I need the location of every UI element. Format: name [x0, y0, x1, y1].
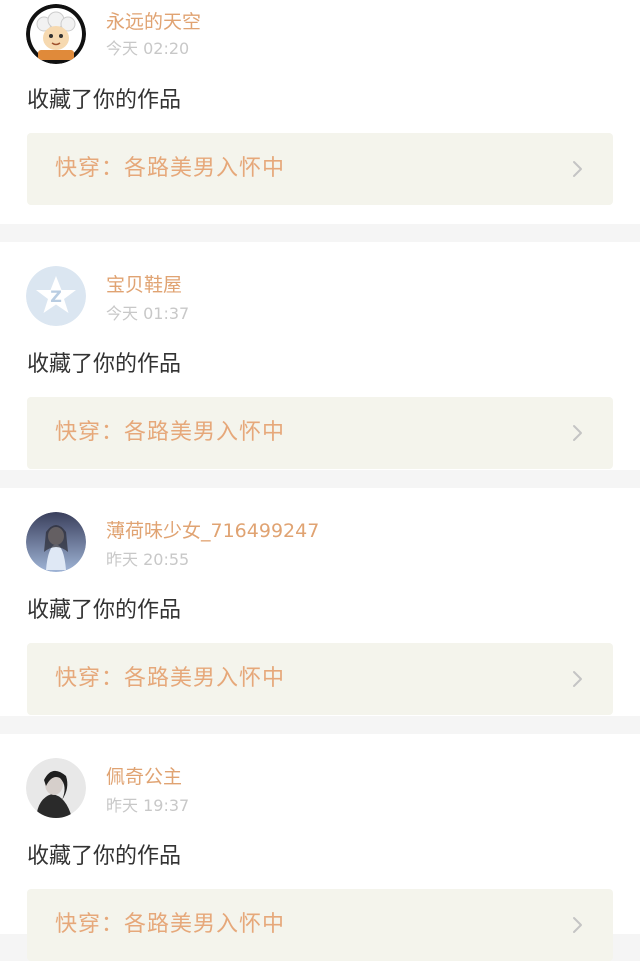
chevron-right-icon	[567, 915, 587, 935]
timestamp: 今天 02:20	[106, 39, 190, 58]
notification-card: Z 宝贝鞋屋 今天 01:37 收藏了你的作品 快穿：各路美男入怀中	[0, 242, 640, 470]
notification-card: 薄荷味少女_716499247 昨天 20:55 收藏了你的作品 快穿：各路美男…	[0, 488, 640, 716]
notification-card: 永远的天空 今天 02:20 收藏了你的作品 快穿：各路美男入怀中	[0, 0, 640, 224]
user-avatar[interactable]	[26, 758, 86, 818]
cartoon-sheep-avatar-icon	[26, 4, 86, 64]
work-link[interactable]: 快穿：各路美男入怀中	[27, 889, 613, 961]
action-text: 收藏了你的作品	[27, 844, 182, 869]
user-avatar[interactable]: Z	[26, 266, 86, 326]
chevron-right-icon	[567, 423, 587, 443]
action-text: 收藏了你的作品	[27, 352, 182, 377]
work-title: 快穿：各路美男入怀中	[55, 666, 286, 691]
username[interactable]: 佩奇公主	[106, 765, 182, 789]
svg-text:Z: Z	[50, 287, 62, 306]
action-text: 收藏了你的作品	[27, 88, 182, 113]
username[interactable]: 薄荷味少女_716499247	[106, 519, 319, 543]
timestamp: 昨天 20:55	[106, 550, 190, 569]
work-title: 快穿：各路美男入怀中	[55, 912, 286, 937]
default-star-avatar-icon: Z	[26, 266, 86, 326]
timestamp: 昨天 19:37	[106, 796, 190, 815]
work-link[interactable]: 快穿：各路美男入怀中	[27, 643, 613, 715]
chevron-right-icon	[567, 159, 587, 179]
username[interactable]: 宝贝鞋屋	[106, 273, 182, 297]
timestamp: 今天 01:37	[106, 304, 190, 323]
photo-avatar-icon	[26, 512, 86, 572]
action-text: 收藏了你的作品	[27, 598, 182, 623]
work-title: 快穿：各路美男入怀中	[55, 156, 286, 181]
chevron-right-icon	[567, 669, 587, 689]
work-link[interactable]: 快穿：各路美男入怀中	[27, 397, 613, 469]
photo-avatar-icon	[26, 758, 86, 818]
work-title: 快穿：各路美男入怀中	[55, 420, 286, 445]
notification-feed: 永远的天空 今天 02:20 收藏了你的作品 快穿：各路美男入怀中 Z 宝贝鞋屋…	[0, 0, 640, 961]
user-avatar[interactable]	[26, 4, 86, 64]
work-link[interactable]: 快穿：各路美男入怀中	[27, 133, 613, 205]
user-avatar[interactable]	[26, 512, 86, 572]
notification-card: 佩奇公主 昨天 19:37 收藏了你的作品 快穿：各路美男入怀中	[0, 734, 640, 961]
username[interactable]: 永远的天空	[106, 10, 201, 34]
